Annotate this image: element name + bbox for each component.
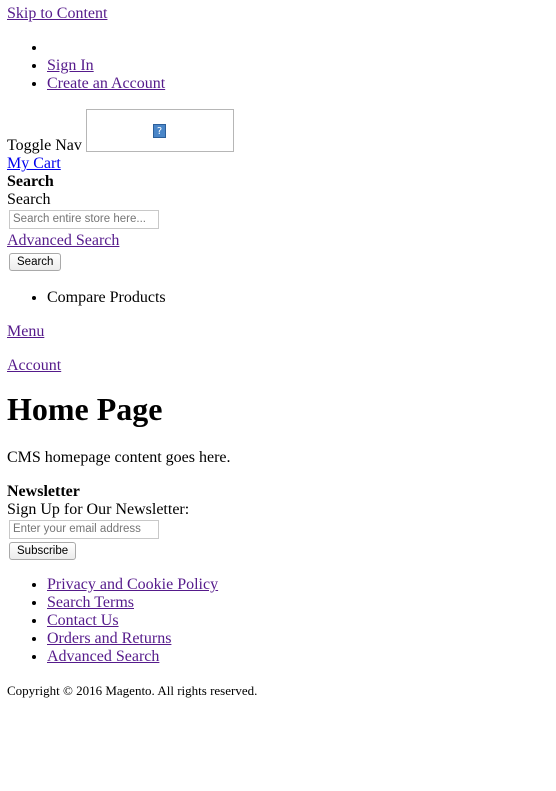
- footer-link-item: Privacy and Cookie Policy: [47, 576, 547, 594]
- footer-links: Privacy and Cookie Policy Search Terms C…: [7, 576, 547, 666]
- header-link-sign-in: Sign In: [47, 57, 547, 75]
- contact-us-link[interactable]: Contact Us: [47, 612, 119, 629]
- footer-link-item: Orders and Returns: [47, 630, 547, 648]
- compare-products-item: Compare Products: [47, 289, 547, 307]
- footer-link-item: Contact Us: [47, 612, 547, 630]
- search-terms-link[interactable]: Search Terms: [47, 594, 134, 611]
- sign-in-link[interactable]: Sign In: [47, 57, 94, 74]
- compare-products-list: Compare Products: [7, 289, 547, 307]
- skip-to-content-link[interactable]: Skip to Content: [7, 5, 547, 23]
- orders-returns-link[interactable]: Orders and Returns: [47, 630, 171, 647]
- search-input[interactable]: [9, 210, 159, 229]
- footer-advanced-search-link[interactable]: Advanced Search: [47, 648, 159, 665]
- search-block-title: Search: [7, 173, 54, 190]
- page-title: Home Page: [7, 391, 163, 427]
- subscribe-button[interactable]: Subscribe: [9, 542, 77, 560]
- page: Skip to Content Sign In Create an Accoun…: [7, 5, 547, 698]
- logo-row: Toggle Nav ?: [7, 109, 547, 155]
- create-account-link[interactable]: Create an Account: [47, 75, 165, 92]
- cms-content: CMS homepage content goes here.: [7, 449, 231, 466]
- broken-image-icon: ?: [153, 124, 166, 138]
- header-links: Sign In Create an Account: [7, 39, 547, 93]
- header-link-create-account: Create an Account: [47, 75, 547, 93]
- toggle-nav[interactable]: Toggle Nav: [7, 137, 82, 155]
- my-cart-link[interactable]: My Cart: [7, 155, 547, 173]
- search-button[interactable]: Search: [9, 253, 62, 271]
- account-link[interactable]: Account: [7, 357, 547, 375]
- newsletter-label: Sign Up for Our Newsletter:: [7, 501, 190, 518]
- copyright: Copyright © 2016 Magento. All rights res…: [7, 683, 258, 698]
- search-label: Search: [7, 191, 51, 208]
- privacy-policy-link[interactable]: Privacy and Cookie Policy: [47, 576, 218, 593]
- menu-link[interactable]: Menu: [7, 323, 547, 341]
- newsletter-title: Newsletter: [7, 483, 80, 500]
- advanced-search-link[interactable]: Advanced Search: [7, 232, 547, 250]
- footer-link-item: Search Terms: [47, 594, 547, 612]
- footer-link-item: Advanced Search: [47, 648, 547, 666]
- header-link-empty: [47, 39, 547, 57]
- store-logo[interactable]: ?: [86, 109, 234, 152]
- newsletter-email-input[interactable]: [9, 520, 159, 539]
